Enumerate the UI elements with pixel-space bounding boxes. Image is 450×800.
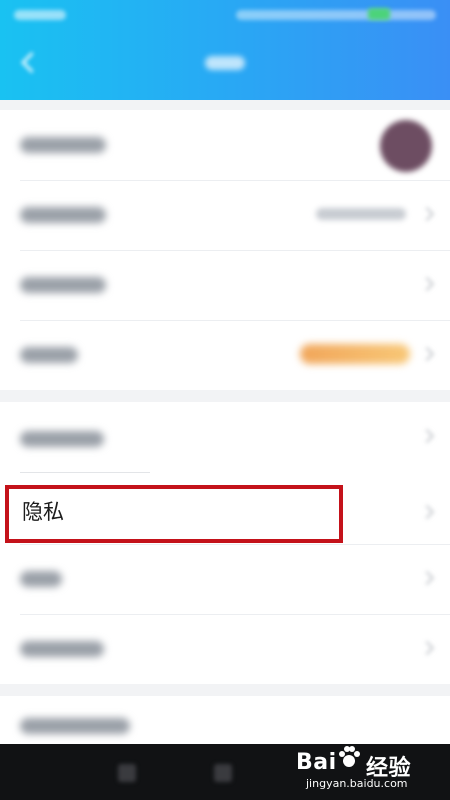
row-label-blurred	[20, 718, 130, 734]
row-label-blurred	[20, 571, 62, 587]
settings-row-6[interactable]	[0, 544, 450, 614]
chevron-right-icon	[422, 506, 434, 518]
status-icons-blurred	[236, 10, 436, 20]
row-label-blurred	[20, 137, 106, 153]
settings-row-4[interactable]	[0, 320, 450, 390]
nav-back-icon[interactable]	[118, 764, 136, 782]
settings-row-avatar[interactable]	[0, 110, 450, 180]
settings-row-3[interactable]	[0, 250, 450, 320]
settings-group-general	[0, 402, 450, 684]
settings-row-notifications[interactable]	[0, 402, 450, 472]
back-arrow-icon[interactable]	[18, 52, 38, 72]
badge-blurred	[300, 344, 410, 364]
row-label-blurred	[20, 347, 78, 363]
chevron-right-icon	[422, 642, 434, 654]
privacy-label: 隐私	[22, 500, 64, 524]
settings-group-profile	[0, 110, 450, 390]
settings-row-2[interactable]	[0, 180, 450, 250]
baidu-paw-icon	[339, 746, 360, 767]
divider	[20, 472, 150, 473]
row-label-blurred	[20, 207, 106, 223]
chevron-right-icon	[422, 278, 434, 290]
row-value-blurred	[316, 208, 406, 220]
app-header	[0, 0, 450, 100]
row-label-blurred	[20, 641, 104, 657]
page-title-blurred	[205, 56, 245, 70]
avatar[interactable]	[380, 120, 432, 172]
watermark-url: jingyan.baidu.com	[306, 777, 408, 790]
status-time-blurred	[14, 10, 66, 20]
watermark-brand-left: Bai	[296, 750, 337, 775]
battery-icon	[368, 8, 390, 20]
chevron-right-icon	[422, 572, 434, 584]
chevron-right-icon	[422, 348, 434, 360]
nav-home-icon[interactable]	[214, 764, 232, 782]
row-label-blurred	[20, 277, 106, 293]
chevron-right-icon	[422, 430, 434, 442]
baidu-watermark: Bai 经验 jingyan.baidu.com	[296, 744, 424, 794]
row-label-blurred	[20, 431, 104, 447]
chevron-right-icon	[422, 208, 434, 220]
status-bar	[0, 0, 450, 30]
settings-row-7[interactable]	[0, 614, 450, 684]
